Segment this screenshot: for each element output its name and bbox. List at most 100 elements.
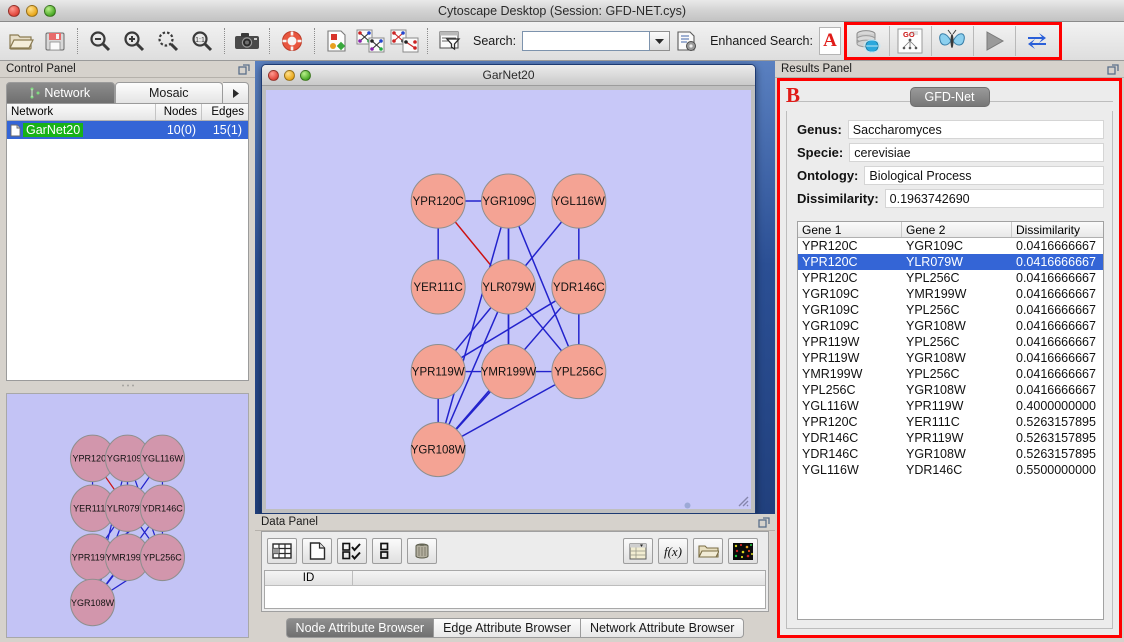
desktop-resize-handle[interactable] [683, 501, 692, 510]
gene-pair-row[interactable]: YGR109C YMR199W 0.0416666667 [798, 286, 1103, 302]
data-panel-right-toolbar: f(x) [623, 538, 763, 564]
cell-dissimilarity: 0.0416666667 [1016, 271, 1096, 285]
enhanced-search-letter-icon[interactable]: A [818, 27, 841, 55]
gene-pair-row[interactable]: YGL116W YPR119W 0.4000000000 [798, 398, 1103, 414]
network-canvas[interactable]: YPR120C YGR109C YGL116W YER111C YLR079W YDR14… [266, 90, 751, 509]
zoom-out-icon[interactable] [83, 25, 117, 57]
dissimilarity-value[interactable]: 0.1963742690 [884, 189, 1104, 208]
new-network-icon[interactable] [320, 25, 354, 57]
lifesaver-icon[interactable] [275, 25, 309, 57]
save-session-icon[interactable] [38, 25, 72, 57]
gene-ontology-icon[interactable]: GO [890, 26, 932, 56]
float-panel-icon[interactable] [1107, 63, 1120, 76]
play-icon[interactable] [974, 26, 1016, 56]
network-row-garnet20[interactable]: GarNet20 10(0) 15(1) [7, 121, 248, 139]
cell-gene1: YDR146C [802, 431, 859, 445]
gene-pair-row[interactable]: YGR109C YGR108W 0.0416666667 [798, 318, 1103, 334]
chevron-right-icon[interactable] [223, 82, 249, 104]
filter-icon[interactable] [433, 25, 467, 57]
table-grid-icon[interactable] [267, 538, 297, 564]
column-header-nodes[interactable]: Nodes [156, 104, 202, 120]
gene-pair-row[interactable]: YPR120C YGR109C 0.0416666667 [798, 238, 1103, 254]
gene-pair-row[interactable]: YDR146C YPR119W 0.5263157895 [798, 430, 1103, 446]
search-input[interactable] [523, 32, 650, 50]
graph-node-label: YDR146C [553, 282, 605, 294]
data-panel-grid[interactable]: ID [264, 570, 766, 609]
cell-gene1: YGL116W [802, 399, 859, 413]
tab-mosaic-label: Mosaic [148, 86, 189, 100]
subnetwork-icon[interactable] [388, 25, 422, 57]
tab-node-attribute-browser[interactable]: Node Attribute Browser [285, 618, 434, 638]
tab-network[interactable]: Network [6, 82, 115, 104]
tab-gfd-net[interactable]: GFD-Net [909, 87, 990, 107]
tab-network-attribute-browser[interactable]: Network Attribute Browser [579, 618, 745, 638]
cell-dissimilarity: 0.0416666667 [1016, 239, 1096, 253]
cell-gene1: YPR120C [802, 271, 858, 285]
tab-edge-attribute-browser[interactable]: Edge Attribute Browser [433, 618, 580, 638]
open-session-icon[interactable] [4, 25, 38, 57]
float-panel-icon[interactable] [238, 63, 251, 76]
cell-dissimilarity: 0.0416666667 [1016, 335, 1096, 349]
column-header-network[interactable]: Network [7, 104, 156, 120]
gene-pair-row[interactable]: YPR120C YER111C 0.5263157895 [798, 414, 1103, 430]
toolbar-separator [224, 28, 225, 54]
gene-pair-table: Gene 1 Gene 2 Dissimilarity YPR120C YGR10… [797, 221, 1104, 620]
panel-resize-grip[interactable] [120, 383, 136, 388]
cell-gene2: YGR109C [906, 239, 963, 253]
new-document-icon[interactable] [302, 538, 332, 564]
float-panel-icon[interactable] [758, 516, 771, 529]
screenshot-icon[interactable] [230, 25, 264, 57]
field-row-specie: Specie: cerevisiae [797, 142, 1104, 163]
search-input-wrap[interactable] [522, 31, 651, 51]
column-header-gene2[interactable]: Gene 2 [902, 222, 1012, 237]
network-nodes-count: 10(0) [166, 123, 196, 137]
database-globe-icon[interactable] [848, 26, 890, 56]
checklist-icon[interactable] [337, 538, 367, 564]
tab-mosaic[interactable]: Mosaic [114, 82, 223, 104]
formula-icon[interactable]: f(x) [658, 538, 688, 564]
column-header-dissimilarity[interactable]: Dissimilarity [1012, 222, 1103, 237]
gene-pair-row[interactable]: YMR199W YPL256C 0.0416666667 [798, 366, 1103, 382]
network-overview-thumbnail[interactable]: YPR120C YGR109C YGL116W YER111C YLR079W YDR14… [6, 393, 249, 638]
cell-dissimilarity: 0.0416666667 [1016, 303, 1096, 317]
genus-value[interactable]: Saccharomyces [847, 120, 1104, 139]
window-resize-grip-icon[interactable] [735, 493, 749, 507]
clone-network-icon[interactable] [354, 25, 388, 57]
zoom-in-icon[interactable] [117, 25, 151, 57]
column-header-gene1[interactable]: Gene 1 [798, 222, 902, 237]
column-header-edges[interactable]: Edges [202, 104, 248, 120]
gene-pair-row[interactable]: YGR109C YPL256C 0.0416666667 [798, 302, 1103, 318]
toolbar-separator [269, 28, 270, 54]
trash-icon[interactable] [407, 538, 437, 564]
gene-pair-row[interactable]: YDR146C YGR108W 0.5263157895 [798, 446, 1103, 462]
butterfly-icon[interactable] [932, 26, 974, 56]
gene-pair-row[interactable]: YPR119W YGR108W 0.0416666667 [798, 350, 1103, 366]
network-view-window[interactable]: GarNet20 YPR120C YGR109C YGL116W YER111C YLR… [261, 64, 756, 514]
refresh-sync-icon[interactable] [1016, 26, 1058, 56]
network-canvas-wrap: YPR120C YGR109C YGL116W YER111C YLR079W YDR14… [262, 86, 755, 513]
graph-node-label: YER111C [413, 282, 462, 294]
cell-gene1: YPR119W [802, 335, 860, 349]
gene-pair-row[interactable]: YPR120C YPL256C 0.0416666667 [798, 270, 1103, 286]
gene-pair-row[interactable]: YPR119W YPL256C 0.0416666667 [798, 334, 1103, 350]
gene-pair-row[interactable]: YPR120C YLR079W 0.0416666667 [798, 254, 1103, 270]
gene-pair-row[interactable]: YPL256C YGR108W 0.0416666667 [798, 382, 1103, 398]
gene-pair-row[interactable]: YGL116W YDR146C 0.5500000000 [798, 462, 1103, 478]
heatmap-icon[interactable] [728, 538, 758, 564]
list-icon[interactable] [372, 538, 402, 564]
graph-edge[interactable] [437, 200, 510, 450]
graph-node-label: YPR119W [412, 367, 465, 379]
graph-node-label: YDR146C [142, 503, 183, 513]
ontology-value[interactable]: Biological Process [864, 166, 1104, 185]
cell-dissimilarity: 0.0416666667 [1016, 287, 1096, 301]
cell-gene1: YGL116W [802, 463, 859, 477]
cell-gene2: YGR108W [906, 319, 966, 333]
column-header-id[interactable]: ID [265, 571, 353, 585]
folder-icon[interactable] [693, 538, 723, 564]
search-dropdown-button[interactable] [650, 31, 671, 51]
specie-value[interactable]: cerevisiae [849, 143, 1104, 162]
zoom-selected-icon[interactable] [151, 25, 185, 57]
table-select-icon[interactable] [623, 538, 653, 564]
zoom-actual-icon[interactable]: 1:1 [185, 25, 219, 57]
attribute-browser-icon[interactable] [670, 25, 704, 57]
